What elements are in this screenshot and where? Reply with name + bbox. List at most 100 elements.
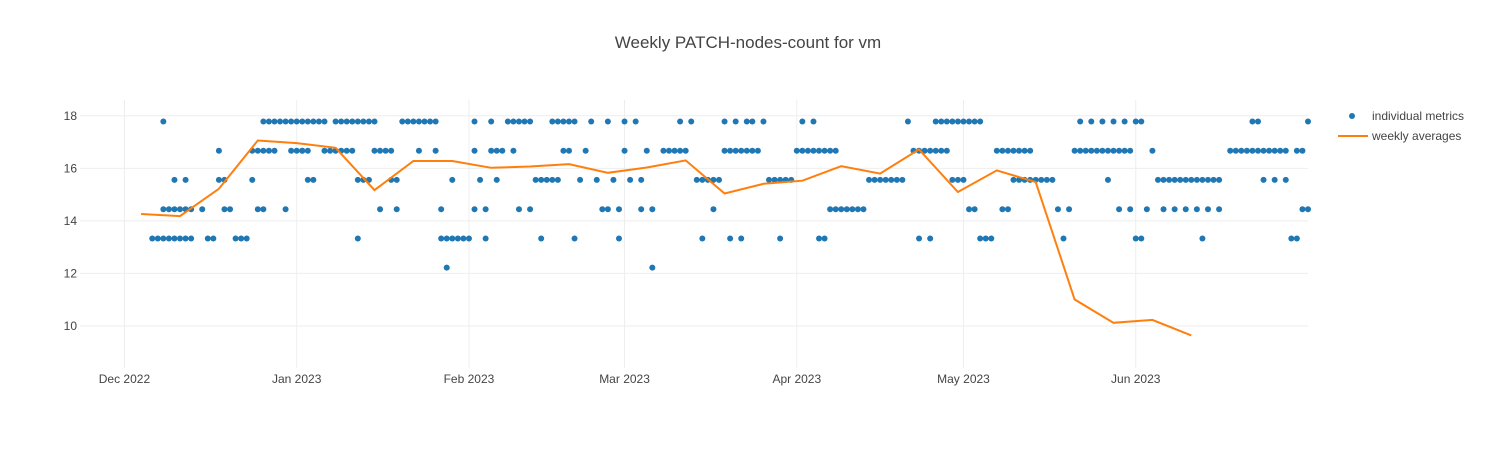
data-point[interactable] xyxy=(1104,176,1111,183)
data-point[interactable] xyxy=(1093,147,1100,154)
data-point[interactable] xyxy=(332,118,339,125)
data-point[interactable] xyxy=(171,235,178,242)
data-point[interactable] xyxy=(1193,176,1200,183)
data-point[interactable] xyxy=(632,118,639,125)
data-point[interactable] xyxy=(254,206,261,213)
data-point[interactable] xyxy=(1199,235,1206,242)
data-point[interactable] xyxy=(727,235,734,242)
data-point[interactable] xyxy=(1049,176,1056,183)
data-point[interactable] xyxy=(1116,147,1123,154)
data-point[interactable] xyxy=(893,176,900,183)
data-point[interactable] xyxy=(1232,147,1239,154)
data-point[interactable] xyxy=(1210,176,1217,183)
data-point[interactable] xyxy=(716,176,723,183)
data-point[interactable] xyxy=(454,235,461,242)
data-point[interactable] xyxy=(1021,147,1028,154)
data-point[interactable] xyxy=(1238,147,1245,154)
data-point[interactable] xyxy=(238,235,245,242)
data-point[interactable] xyxy=(660,147,667,154)
data-point[interactable] xyxy=(210,235,217,242)
data-point[interactable] xyxy=(688,118,695,125)
data-point[interactable] xyxy=(565,118,572,125)
data-point[interactable] xyxy=(760,118,767,125)
data-point[interactable] xyxy=(649,206,656,213)
data-point[interactable] xyxy=(421,118,428,125)
data-point[interactable] xyxy=(810,118,817,125)
data-point[interactable] xyxy=(1004,147,1011,154)
data-point[interactable] xyxy=(343,118,350,125)
data-point[interactable] xyxy=(482,206,489,213)
data-point[interactable] xyxy=(604,206,611,213)
data-point[interactable] xyxy=(204,235,211,242)
data-point[interactable] xyxy=(932,118,939,125)
data-point[interactable] xyxy=(310,118,317,125)
data-point[interactable] xyxy=(1138,118,1145,125)
data-point[interactable] xyxy=(371,118,378,125)
data-point[interactable] xyxy=(749,147,756,154)
data-point[interactable] xyxy=(638,176,645,183)
data-point[interactable] xyxy=(265,147,272,154)
data-point[interactable] xyxy=(1249,147,1256,154)
data-point[interactable] xyxy=(927,147,934,154)
data-point[interactable] xyxy=(215,176,222,183)
data-point[interactable] xyxy=(671,147,678,154)
data-point[interactable] xyxy=(1216,176,1223,183)
data-point[interactable] xyxy=(182,176,189,183)
data-point[interactable] xyxy=(427,118,434,125)
data-point[interactable] xyxy=(365,118,372,125)
weekly-averages-line[interactable] xyxy=(141,139,1192,337)
data-point[interactable] xyxy=(749,118,756,125)
data-point[interactable] xyxy=(560,147,567,154)
data-point[interactable] xyxy=(1088,118,1095,125)
data-point[interactable] xyxy=(988,235,995,242)
data-point[interactable] xyxy=(1149,147,1156,154)
data-point[interactable] xyxy=(504,118,511,125)
data-point[interactable] xyxy=(443,264,450,271)
data-point[interactable] xyxy=(227,206,234,213)
data-point[interactable] xyxy=(160,118,167,125)
data-point[interactable] xyxy=(338,118,345,125)
data-point[interactable] xyxy=(1260,176,1267,183)
data-point[interactable] xyxy=(460,235,467,242)
data-point[interactable] xyxy=(293,118,300,125)
data-point[interactable] xyxy=(949,118,956,125)
data-point[interactable] xyxy=(954,118,961,125)
data-point[interactable] xyxy=(832,147,839,154)
data-point[interactable] xyxy=(527,206,534,213)
data-point[interactable] xyxy=(1188,176,1195,183)
data-point[interactable] xyxy=(943,118,950,125)
data-point[interactable] xyxy=(732,147,739,154)
data-point[interactable] xyxy=(627,176,634,183)
data-point[interactable] xyxy=(1299,206,1306,213)
data-point[interactable] xyxy=(999,147,1006,154)
data-point[interactable] xyxy=(327,147,334,154)
data-point[interactable] xyxy=(1027,147,1034,154)
data-point[interactable] xyxy=(188,235,195,242)
data-point[interactable] xyxy=(821,147,828,154)
data-point[interactable] xyxy=(182,235,189,242)
data-point[interactable] xyxy=(732,118,739,125)
data-point[interactable] xyxy=(1143,206,1150,213)
data-point[interactable] xyxy=(510,147,517,154)
data-point[interactable] xyxy=(1160,206,1167,213)
data-point[interactable] xyxy=(882,176,889,183)
data-point[interactable] xyxy=(1066,206,1073,213)
data-point[interactable] xyxy=(877,176,884,183)
data-point[interactable] xyxy=(638,206,645,213)
data-point[interactable] xyxy=(549,176,556,183)
data-point[interactable] xyxy=(804,147,811,154)
legend-item-individual-metrics[interactable]: individual metrics xyxy=(1338,106,1464,126)
data-point[interactable] xyxy=(177,206,184,213)
data-point[interactable] xyxy=(993,147,1000,154)
data-point[interactable] xyxy=(288,147,295,154)
data-point[interactable] xyxy=(821,235,828,242)
legend[interactable]: individual metrics weekly averages xyxy=(1338,106,1464,146)
data-point[interactable] xyxy=(1077,118,1084,125)
data-point[interactable] xyxy=(1071,147,1078,154)
data-point[interactable] xyxy=(349,118,356,125)
data-point[interactable] xyxy=(221,206,228,213)
data-point[interactable] xyxy=(904,118,911,125)
data-point[interactable] xyxy=(1249,118,1256,125)
data-point[interactable] xyxy=(388,147,395,154)
data-point[interactable] xyxy=(1054,206,1061,213)
